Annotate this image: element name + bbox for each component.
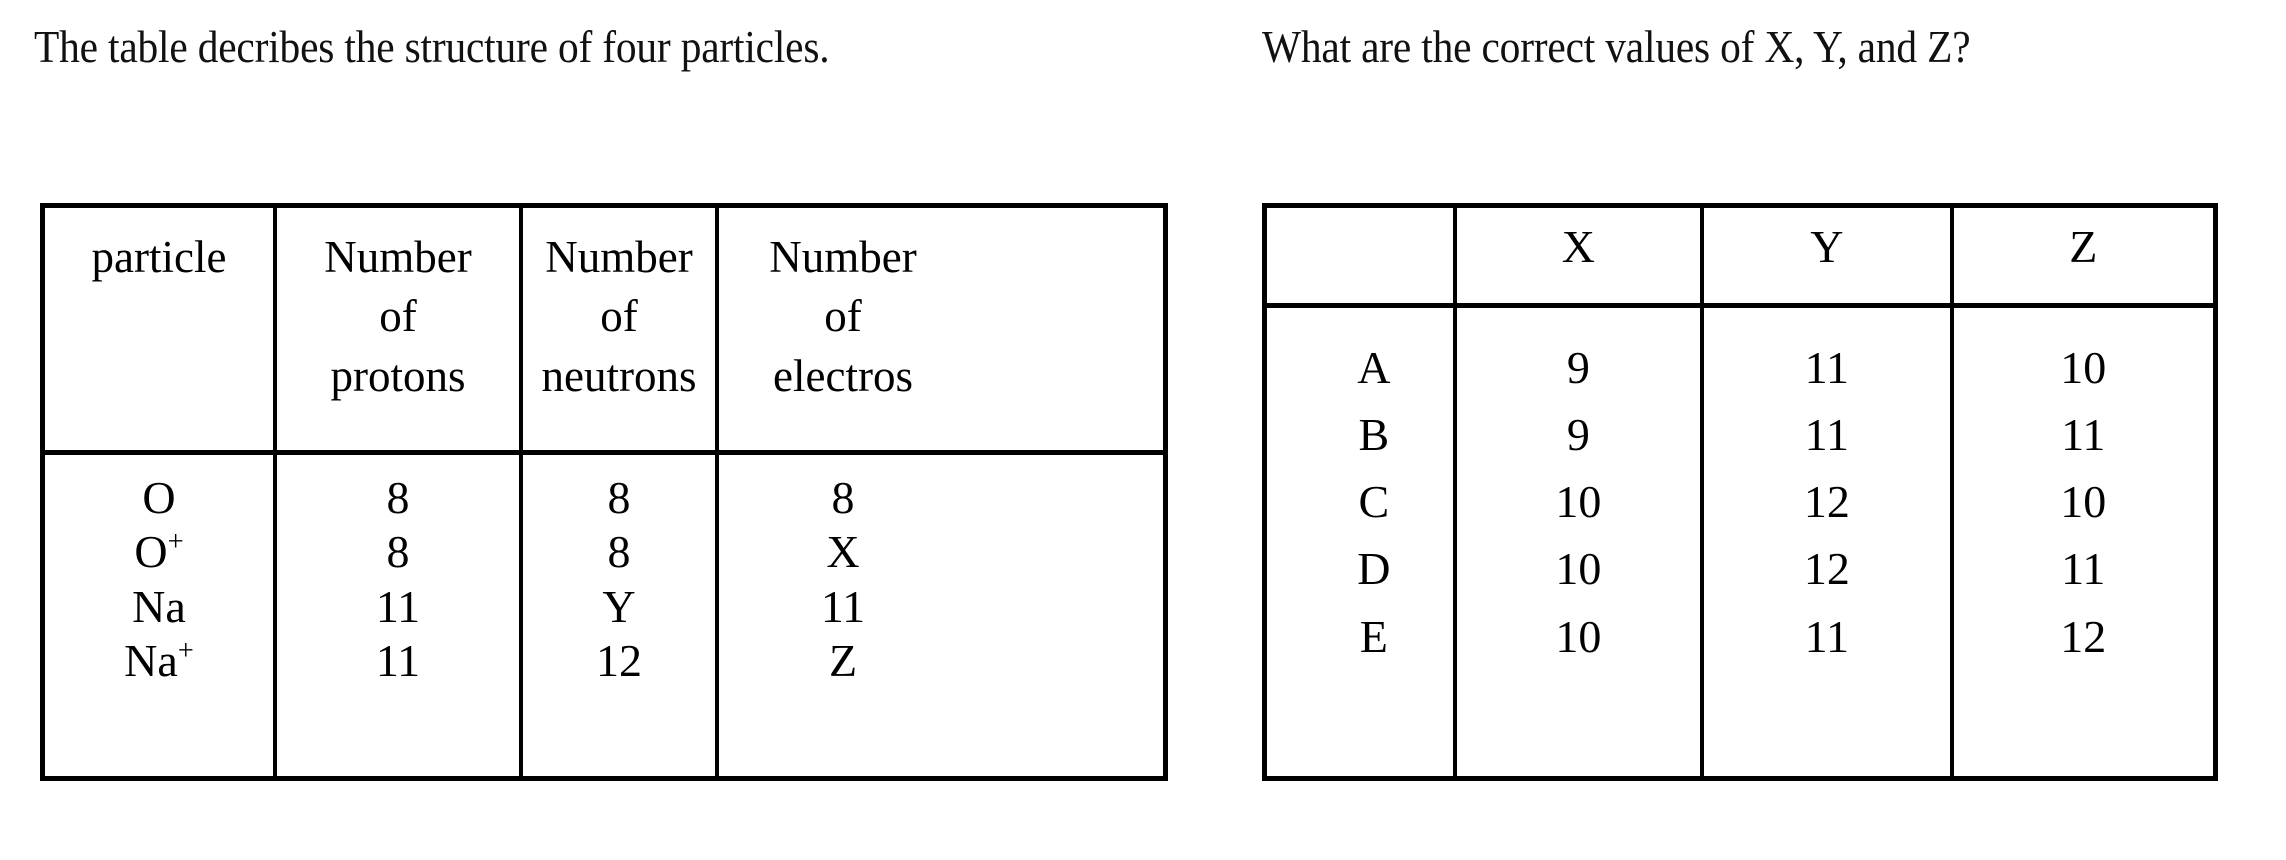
- table-cell-neutrons: Y: [602, 580, 636, 632]
- option-value-y: 11: [1804, 342, 1849, 393]
- option-value-y: 11: [1804, 409, 1849, 461]
- option-value-z: 11: [2061, 409, 2106, 461]
- option-label[interactable]: C: [1281, 468, 1453, 535]
- option-label[interactable]: A: [1281, 334, 1453, 401]
- question-prompt-left: The table decribes the structure of four…: [34, 21, 830, 72]
- option-value-y: 12: [1803, 543, 1850, 595]
- option-value-x: 10: [1555, 610, 1602, 662]
- question-prompt-right: What are the correct values of X, Y, and…: [1262, 21, 1971, 72]
- table-cell-particle: O+: [134, 526, 184, 578]
- particle-structure-table: particle Number of protons Number of neu…: [40, 203, 1168, 781]
- options-header-cell-x: X: [1457, 208, 1705, 303]
- body-cell-electrons: 8 X 11 Z: [719, 455, 967, 776]
- table-cell-electrons: 11: [820, 580, 866, 632]
- option-value-y: 12: [1803, 476, 1850, 528]
- option-label[interactable]: B: [1281, 401, 1453, 468]
- body-cell-protons: 8 8 11 11: [277, 455, 523, 776]
- header-line: protons: [330, 350, 466, 401]
- options-header-cell-z: Z: [1954, 208, 2213, 303]
- header-line: neutrons: [541, 350, 697, 401]
- table-header-row: particle Number of protons Number of neu…: [45, 208, 1163, 455]
- option-value-z: 11: [2061, 543, 2106, 595]
- options-body-row: A B C D E 9 9 10 10 10 11 11 12 12 11 10…: [1267, 308, 2213, 776]
- body-cell-neutrons: 8 8 Y 12: [523, 455, 719, 776]
- table-cell-particle: Na+: [124, 634, 194, 686]
- option-value-x: 10: [1555, 476, 1602, 528]
- options-header-label: Y: [1810, 221, 1844, 272]
- option-value-z: 10: [2060, 342, 2107, 393]
- table-cell-protons: 11: [375, 634, 421, 686]
- table-cell-neutrons: 8: [607, 526, 631, 578]
- option-value-x: 9: [1566, 342, 1590, 393]
- option-value-x: 10: [1555, 543, 1602, 595]
- table-cell-neutrons: 12: [596, 634, 642, 686]
- header-cell-protons: Number of protons: [277, 208, 523, 450]
- header-line: particle: [91, 232, 227, 282]
- options-header-row: X Y Z: [1267, 208, 2213, 308]
- options-header-label: X: [1561, 221, 1595, 272]
- option-value-y: 11: [1804, 610, 1849, 662]
- body-cell-particle-names: O O+ Na Na+: [45, 455, 277, 776]
- table-cell-particle: Na: [132, 580, 186, 632]
- header-cell-electrons: Number of electros: [719, 208, 967, 450]
- table-cell-protons: 8: [386, 526, 410, 578]
- header-line: Number: [769, 232, 917, 282]
- header-cell-particle: particle: [45, 208, 277, 450]
- options-cell-y-values: 11 11 12 12 11: [1704, 308, 1954, 776]
- options-cell-x-values: 9 9 10 10 10: [1457, 308, 1705, 776]
- options-cell-z-values: 10 11 10 11 12: [1954, 308, 2213, 776]
- option-value-z: 12: [2060, 610, 2107, 662]
- header-line: of: [824, 291, 862, 342]
- option-value-z: 10: [2060, 476, 2107, 528]
- header-line: Number: [324, 232, 472, 282]
- table-cell-protons: 8: [386, 472, 410, 523]
- options-header-cell-y: Y: [1704, 208, 1954, 303]
- header-line: of: [379, 291, 417, 342]
- options-header-label: Z: [2069, 221, 2098, 272]
- header-line: Number: [545, 232, 693, 282]
- table-body-row: O O+ Na Na+ 8 8 11 11 8 8 Y 12 8 X 11 Z: [45, 455, 1163, 776]
- header-line: electros: [773, 350, 913, 401]
- table-cell-particle: O: [142, 472, 176, 523]
- table-cell-protons: 11: [375, 580, 421, 632]
- option-value-x: 9: [1566, 409, 1590, 461]
- table-cell-electrons: X: [826, 526, 860, 578]
- table-cell-neutrons: 8: [607, 472, 631, 523]
- table-cell-electrons: Z: [828, 634, 858, 686]
- options-cell-labels: A B C D E: [1267, 308, 1457, 776]
- option-label[interactable]: E: [1281, 603, 1453, 670]
- header-cell-neutrons: Number of neutrons: [523, 208, 719, 450]
- options-header-cell-blank: [1267, 208, 1457, 303]
- answer-options-table: X Y Z A B C D E 9 9 10 10 10 11 11 12 12…: [1262, 203, 2218, 781]
- header-line: of: [600, 291, 638, 342]
- option-label[interactable]: D: [1281, 535, 1453, 602]
- table-cell-electrons: 8: [831, 472, 855, 523]
